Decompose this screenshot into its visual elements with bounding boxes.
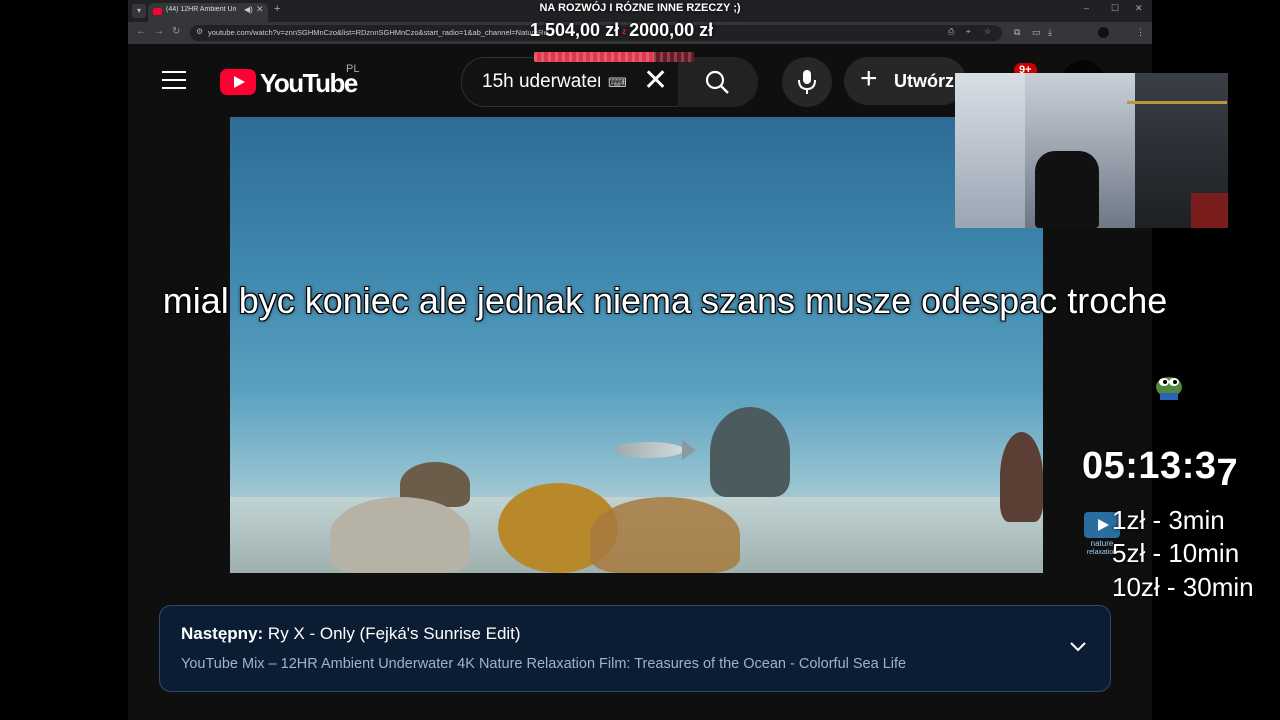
profile-avatar[interactable] [1098,27,1109,38]
search-button[interactable] [678,57,758,107]
extensions-icon[interactable]: ⧉ [1014,27,1020,38]
maximize-icon[interactable]: ☐ [1111,3,1119,14]
tab-close-icon[interactable]: ✕ [256,4,264,15]
up-next-card[interactable]: Następny: Ry X - Only (Fejká's Sunrise E… [159,605,1111,692]
red-object [1191,193,1228,228]
gaming-chair [1035,151,1099,228]
country-code: PL [346,63,360,75]
donation-target: 2000,00 zł [629,20,714,40]
browser-tab-active[interactable]: (44) 12HR Ambient Underw ◀) ✕ [148,3,268,22]
download-icon[interactable]: ⤓ [1048,27,1052,38]
stream-caption: mial byc koniec ale jednak niema szans m… [162,280,1168,321]
create-button[interactable]: + Utwórz [844,57,966,105]
youtube-logo[interactable]: YouTube PL [220,63,365,101]
search-query: 15h uderwater [482,71,600,92]
search-input[interactable]: 15h uderwater ⌨ ✕ [461,57,679,107]
donation-current: 1 504,00 zł [530,20,620,40]
translate-icon[interactable]: ⌖ [966,27,971,37]
microphone-icon [798,70,816,94]
browser-menu-icon[interactable]: ⋮ [1136,27,1145,38]
install-icon[interactable]: ⎙ [948,27,954,37]
pepe-emote-icon [1156,377,1182,400]
plus-icon: + [860,62,878,95]
window-curtain [955,73,1025,228]
youtube-play-icon [220,69,256,95]
up-next-track: Ry X - Only (Fejká's Sunrise Edit) [267,624,521,643]
site-info-icon[interactable]: ⚙ [196,27,203,36]
minimize-icon[interactable]: – [1084,3,1089,13]
chevron-down-icon[interactable] [1068,636,1088,656]
price-line: 5zł - 10min [1112,538,1240,568]
donation-separator: z [622,26,627,36]
guide-menu-icon[interactable] [162,71,186,89]
wall-shelf [1127,101,1227,104]
youtube-wordmark: YouTube [260,68,358,98]
timer-last-digit: 7 [1216,452,1239,494]
video-player[interactable] [230,117,1043,573]
keyboard-icon[interactable]: ⌨ [608,75,627,91]
tab-search-button[interactable]: ▾ [132,4,146,18]
up-next-label: Następny: [181,624,264,643]
price-line: 10zł - 30min [1112,572,1254,602]
timer-main: 05:13:3 [1082,445,1217,487]
coral-rock [710,407,790,497]
coral-rock [330,497,470,573]
svg-text:nature: nature [1091,539,1114,548]
sea-fan-coral [590,497,740,573]
create-label: Utwórz [894,71,954,91]
search-icon [705,70,729,94]
window-close-icon[interactable]: ✕ [1135,3,1143,14]
voice-search-button[interactable] [782,57,832,107]
sidebar-icon[interactable]: ▭ [1032,27,1041,38]
back-icon[interactable]: ← [136,26,146,37]
bookmark-star-icon[interactable]: ☆ [984,27,991,36]
price-line: 1zł - 3min [1112,505,1225,535]
address-url: youtube.com/watch?v=znnSGHMnCzo&list=RDz… [208,28,548,37]
mix-title: YouTube Mix – 12HR Ambient Underwater 4K… [181,656,907,672]
new-tab-icon[interactable]: + [274,3,280,15]
forward-icon[interactable]: → [154,26,164,37]
youtube-favicon-icon [153,8,162,15]
subathon-timer: 05:13:37 [1082,445,1238,494]
donation-goal: 1 504,00 zł z 2000,00 zł [530,20,713,44]
tab-audio-icon[interactable]: ◀) [244,5,253,14]
up-next-title: Następny: Ry X - Only (Fejká's Sunrise E… [181,624,521,644]
tab-title: (44) 12HR Ambient Underw [166,6,236,13]
clear-search-icon[interactable]: ✕ [643,64,668,98]
stream-goal-title: NA ROZWÓJ I RÓZNE INNE RZECZY ;) [539,2,741,14]
donation-progress-bar [534,52,694,62]
reload-icon[interactable]: ↻ [172,26,180,37]
webcam-feed [955,73,1228,228]
barracuda-fish [614,440,696,460]
coral-rock [1000,432,1043,522]
